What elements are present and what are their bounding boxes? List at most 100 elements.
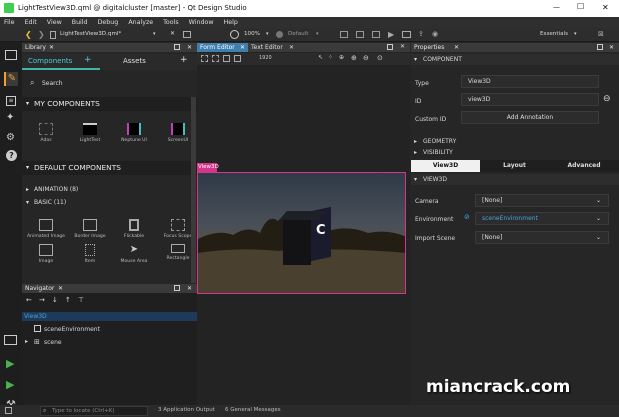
welcome-mode-icon[interactable]: [5, 50, 17, 60]
properties-panel-close-icon[interactable]: ✕: [609, 43, 614, 52]
camera-select[interactable]: [None] ⌄: [475, 194, 609, 207]
menu-analyze[interactable]: Analyze: [128, 17, 153, 28]
share-icon[interactable]: ⇪: [418, 30, 424, 38]
component-mouse-area[interactable]: ➤ Mouse Area: [112, 244, 156, 264]
palette-icon[interactable]: [276, 31, 283, 38]
navigator-panel-close-icon[interactable]: ✕: [187, 284, 192, 293]
tab-text-editor[interactable]: Text Editor ✕: [248, 43, 300, 52]
category-basic[interactable]: ▾ BASIC (11): [22, 197, 197, 208]
code-mode-icon[interactable]: ≡: [6, 96, 16, 106]
tab-layout[interactable]: Layout: [480, 160, 549, 172]
menu-help[interactable]: Help: [224, 17, 238, 28]
split-icon[interactable]: [183, 31, 191, 38]
tab-advanced[interactable]: Advanced: [549, 160, 619, 172]
application-output-tab[interactable]: 3 Application Output: [158, 407, 215, 413]
properties-split-icon[interactable]: [597, 44, 603, 50]
component-border-image[interactable]: Border Image: [68, 219, 112, 239]
workspace-dropdown-icon[interactable]: ▾: [574, 31, 577, 37]
close-file-icon[interactable]: ✕: [170, 30, 175, 37]
edit-mode-icon[interactable]: ✎: [4, 72, 18, 86]
arrow-right-icon[interactable]: →: [39, 296, 45, 304]
arrow-down-icon[interactable]: ↓: [52, 296, 58, 304]
link-icon[interactable]: ⊘: [464, 213, 470, 221]
minimize-button[interactable]: —: [553, 3, 560, 11]
zoom-value[interactable]: 100%: [244, 31, 260, 37]
move-tool-icon[interactable]: [212, 55, 219, 62]
export-icon[interactable]: ⊖: [603, 94, 611, 104]
menu-file[interactable]: File: [4, 17, 15, 28]
search-input[interactable]: Search: [42, 80, 63, 87]
tab-form-editor[interactable]: Form Editor ✕: [197, 43, 248, 52]
general-messages-tab[interactable]: 6 General Messages: [225, 407, 281, 413]
view3d-section-header[interactable]: ▾ VIEW3D: [411, 174, 619, 185]
menu-tools[interactable]: Tools: [163, 17, 179, 28]
zoom-out-icon[interactable]: ⊖: [363, 54, 369, 62]
tab-view3d[interactable]: View3D: [411, 160, 480, 172]
back-arrow-icon[interactable]: ❮: [25, 30, 32, 39]
library-close-icon[interactable]: ✕: [49, 43, 54, 52]
navigator-close-icon[interactable]: ✕: [58, 284, 63, 293]
align-icon[interactable]: ⊕: [339, 54, 344, 61]
component-section-header[interactable]: ▾ COMPONENT: [411, 54, 619, 65]
fit-icon[interactable]: ⊙: [377, 54, 383, 62]
workspace-value[interactable]: Essentials: [540, 31, 568, 37]
add-annotation-button[interactable]: Add Annotation: [461, 111, 599, 124]
device-monitor-icon[interactable]: [4, 335, 17, 345]
help-mode-icon[interactable]: ?: [6, 150, 17, 161]
library-split-icon[interactable]: [174, 44, 180, 50]
zoom-in-icon[interactable]: ⊕: [351, 54, 357, 62]
component-neptune-ui[interactable]: Neptune UI: [112, 123, 156, 143]
play-icon[interactable]: ▶: [388, 30, 394, 39]
component-lighttest[interactable]: LightTest: [68, 123, 112, 143]
zoom-dropdown-icon[interactable]: ▾: [266, 31, 269, 37]
menu-build[interactable]: Build: [72, 17, 88, 28]
user-icon[interactable]: ◉: [432, 30, 438, 38]
id-field[interactable]: view3D: [461, 93, 599, 106]
dots-icon[interactable]: ⁘: [328, 54, 333, 61]
maximize-button[interactable]: ☐: [577, 2, 584, 11]
snap-tool-icon[interactable]: [223, 55, 230, 62]
arrow-left-icon[interactable]: ←: [26, 296, 32, 304]
editor-close-icon[interactable]: ✕: [400, 43, 405, 50]
default-components-header[interactable]: ▾ DEFAULT COMPONENTS: [22, 161, 197, 175]
lock-icon[interactable]: ⊠: [598, 30, 604, 38]
file-dropdown-icon[interactable]: ▾: [153, 31, 156, 37]
add-asset-icon[interactable]: +: [180, 55, 188, 65]
anchor-tool-icon[interactable]: [234, 55, 241, 62]
style-value[interactable]: Default: [288, 31, 308, 37]
filter-icon[interactable]: ⊤: [78, 296, 84, 304]
environment-select[interactable]: sceneEnvironment ⌄: [475, 212, 609, 225]
navigator-root[interactable]: View3D: [22, 312, 197, 321]
menu-debug[interactable]: Debug: [98, 17, 119, 28]
chevron-right-icon[interactable]: ▸: [25, 338, 28, 345]
tree-item[interactable]: sceneEnvironment: [22, 324, 197, 334]
library-scrollbar[interactable]: [191, 97, 196, 283]
forward-arrow-icon[interactable]: ❯: [38, 30, 45, 39]
component-item[interactable]: Item: [68, 244, 112, 264]
component-animated-image[interactable]: Animated Image: [24, 219, 68, 239]
component-adas[interactable]: Adas: [24, 123, 68, 143]
category-animation[interactable]: ▸ ANIMATION (8): [22, 184, 197, 195]
run-icon[interactable]: ▶: [6, 357, 14, 370]
select-tool-icon[interactable]: [201, 55, 208, 62]
arrow-up-icon[interactable]: ↑: [65, 296, 71, 304]
tab-components[interactable]: Components: [28, 57, 72, 65]
debug-mode-icon[interactable]: ✦: [6, 112, 14, 123]
sidebar-toggle-icon[interactable]: [5, 407, 12, 414]
library-panel-close-icon[interactable]: ✕: [187, 43, 192, 52]
layout-icon-2[interactable]: [356, 31, 364, 38]
component-image[interactable]: Image: [24, 244, 68, 264]
close-button[interactable]: ✕: [602, 3, 609, 12]
menu-view[interactable]: View: [47, 17, 62, 28]
tree-item[interactable]: ▸ ⊞ scene: [22, 337, 197, 347]
monitor-icon[interactable]: [402, 31, 411, 38]
menu-window[interactable]: Window: [189, 17, 214, 28]
locator-input[interactable]: ⌕ Type to locate (Ctrl+K): [40, 406, 148, 416]
view3d-canvas[interactable]: C: [197, 172, 406, 294]
navigator-split-icon[interactable]: [174, 285, 180, 291]
add-component-icon[interactable]: +: [84, 55, 92, 65]
debug-run-icon[interactable]: ▶: [6, 378, 14, 391]
tab-assets[interactable]: Assets: [123, 57, 146, 65]
visibility-section-header[interactable]: ▸ VISIBILITY: [411, 147, 619, 158]
projects-mode-icon[interactable]: ⚙: [6, 132, 15, 143]
